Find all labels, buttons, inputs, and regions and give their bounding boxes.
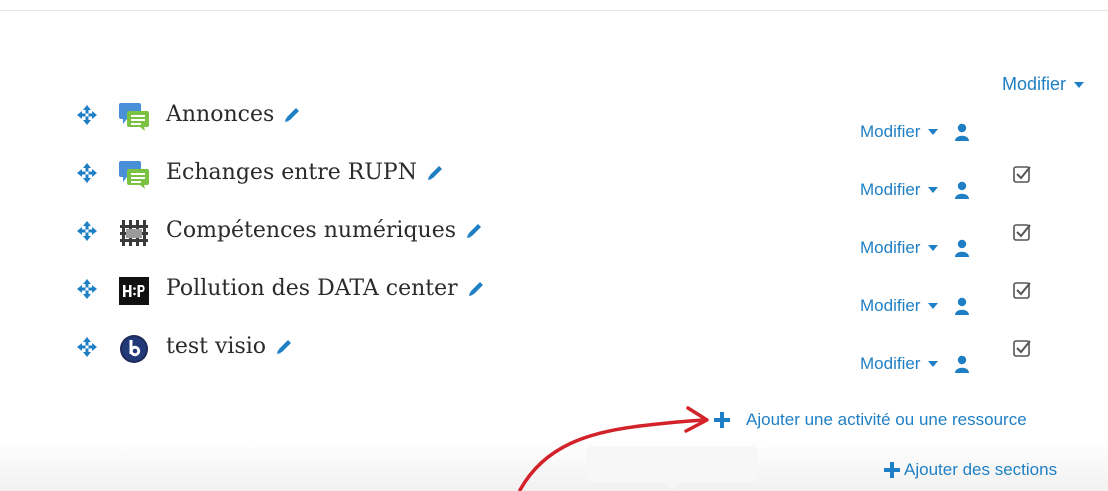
pencil-icon[interactable] xyxy=(425,163,445,183)
caret-down-icon xyxy=(928,245,939,251)
completion-checkbox-icon[interactable] xyxy=(1012,164,1032,184)
user-icon[interactable] xyxy=(954,181,970,199)
add-sections-button[interactable]: Ajouter des sections xyxy=(884,460,1057,480)
tooltip xyxy=(586,446,758,490)
forum-icon xyxy=(119,161,149,189)
section-edit-label: Modifier xyxy=(1001,74,1066,94)
plus-icon xyxy=(714,412,730,428)
activity-link[interactable]: Pollution des DATA center xyxy=(166,276,486,301)
plus-icon xyxy=(884,462,900,478)
activity-row: test visio Modifier xyxy=(0,334,1108,392)
activity-edit-label: Modifier xyxy=(860,180,921,199)
glossary-icon xyxy=(120,220,148,246)
activity-edit-menu[interactable]: Modifier xyxy=(860,296,970,316)
move-icon[interactable] xyxy=(76,162,98,184)
h5p-icon xyxy=(119,277,149,305)
caret-down-icon xyxy=(928,303,939,309)
activity-link[interactable]: Echanges entre RUPN xyxy=(166,160,445,185)
activity-edit-menu[interactable]: Modifier xyxy=(860,238,970,258)
pencil-icon[interactable] xyxy=(274,337,294,357)
pencil-icon[interactable] xyxy=(464,221,484,241)
activity-link[interactable]: Annonces xyxy=(166,102,302,127)
top-divider xyxy=(0,0,1108,11)
activity-name: Compétences numériques xyxy=(166,218,457,243)
user-icon[interactable] xyxy=(954,355,970,373)
activity-edit-label: Modifier xyxy=(860,238,921,257)
bigbluebutton-icon xyxy=(120,335,148,363)
activity-name: Pollution des DATA center xyxy=(166,276,458,301)
move-icon[interactable] xyxy=(76,104,98,126)
pencil-icon[interactable] xyxy=(466,279,486,299)
section-edit-menu[interactable]: Modifier xyxy=(1002,74,1084,95)
move-icon[interactable] xyxy=(76,336,98,358)
forum-icon xyxy=(119,103,149,131)
activity-row: Echanges entre RUPN Modifier xyxy=(0,160,1108,218)
activity-row: Annonces Modifier xyxy=(0,102,1108,160)
user-icon[interactable] xyxy=(954,239,970,257)
caret-down-icon xyxy=(928,361,939,367)
add-activity-label: Ajouter une activité ou une ressource xyxy=(746,410,1027,429)
completion-checkbox-icon[interactable] xyxy=(1012,338,1032,358)
activity-name: Echanges entre RUPN xyxy=(166,160,417,185)
activity-row: Compétences numériques Modifier xyxy=(0,218,1108,276)
completion-checkbox-icon[interactable] xyxy=(1012,280,1032,300)
pencil-icon[interactable] xyxy=(282,105,302,125)
move-icon[interactable] xyxy=(76,220,98,242)
completion-checkbox-icon[interactable] xyxy=(1012,222,1032,242)
activity-edit-menu[interactable]: Modifier xyxy=(860,122,970,142)
caret-down-icon xyxy=(1074,81,1084,88)
activity-link[interactable]: Compétences numériques xyxy=(166,218,484,243)
activity-edit-menu[interactable]: Modifier xyxy=(860,354,970,374)
activity-edit-label: Modifier xyxy=(860,122,921,141)
activity-name: Annonces xyxy=(166,102,275,127)
user-icon[interactable] xyxy=(954,297,970,315)
activity-edit-menu[interactable]: Modifier xyxy=(860,180,970,200)
move-icon[interactable] xyxy=(76,278,98,300)
activity-name: test visio xyxy=(166,334,267,359)
user-icon[interactable] xyxy=(954,123,970,141)
caret-down-icon xyxy=(928,129,939,135)
add-sections-label: Ajouter des sections xyxy=(904,460,1058,479)
caret-down-icon xyxy=(928,187,939,193)
activity-edit-label: Modifier xyxy=(860,296,921,315)
activity-link[interactable]: test visio xyxy=(166,334,294,359)
activity-edit-label: Modifier xyxy=(860,354,921,373)
add-activity-button[interactable]: Ajouter une activité ou une ressource xyxy=(714,410,1027,430)
activity-row: Pollution des DATA center Modifier xyxy=(0,276,1108,334)
